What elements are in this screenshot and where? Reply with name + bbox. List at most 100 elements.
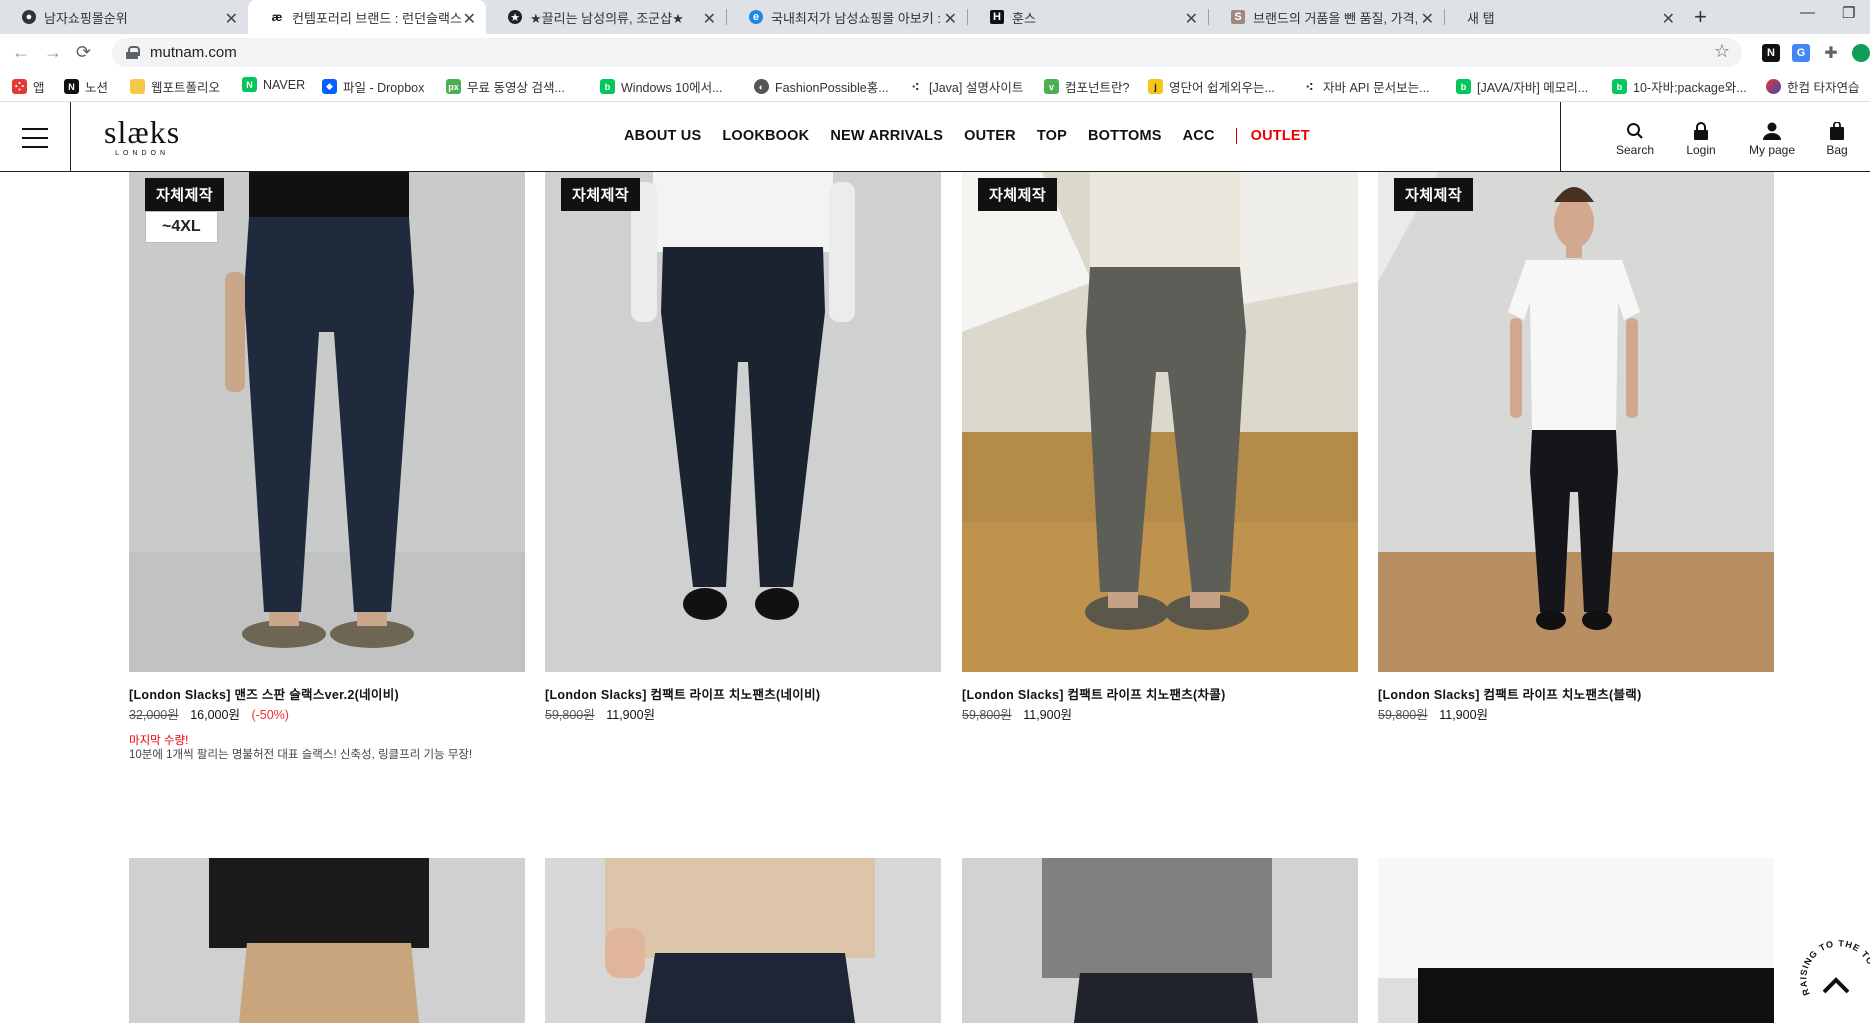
dropbox-icon: ◆ [322,79,337,94]
extensions-puzzle-icon[interactable]: ✚ [1822,44,1840,62]
notion-extension-icon[interactable]: N [1762,44,1780,62]
product-name[interactable]: [London Slacks] 컴팩트 라이프 치노팬츠(블랙) [1378,684,1642,703]
tab-label: 훈스 [1012,10,1036,26]
bookmark-item[interactable]: b Windows 10에서... [600,77,723,96]
close-icon[interactable]: ✕ [463,9,476,29]
browser-tab[interactable]: 새 탭 ✕ [1445,0,1685,34]
nav-outer[interactable]: OUTER [964,128,1016,144]
product-name[interactable]: [London Slacks] 맨즈 스판 슬랙스ver.2(네이비) [129,684,399,703]
product-image[interactable] [1378,858,1774,1023]
in-house-badge: 자체제작 [145,178,225,211]
product-price: 59,800원 11,900원 [545,704,663,723]
nav-about-us[interactable]: ABOUT US [624,128,701,144]
product-card[interactable] [545,858,941,1023]
tab-label: 국내최저가 남성쇼핑몰 아보키 : [771,10,941,26]
bookmark-item[interactable]: N 노션 [64,77,108,96]
product-name[interactable]: [London Slacks] 컴팩트 라이프 치노팬츠(차콜) [962,684,1226,703]
restore-icon[interactable]: ❐ [1842,4,1855,22]
product-grid: 자체제작 ~4XL [London Slacks] 맨즈 스판 슬랙스ver.2… [0,172,1870,1023]
nav-acc[interactable]: ACC [1183,128,1215,144]
lock-icon [126,46,140,59]
chevron-up-icon [1822,977,1850,994]
product-image[interactable] [545,858,941,1023]
sale-price: 11,900원 [1439,708,1489,722]
close-icon[interactable]: ✕ [1185,9,1198,29]
url-text: mutnam.com [150,44,237,61]
nav-bottoms[interactable]: BOTTOMS [1088,128,1162,144]
translate-extension-icon[interactable]: G [1792,44,1810,62]
product-image[interactable] [962,172,1358,672]
nav-top[interactable]: TOP [1037,128,1067,144]
product-image[interactable] [129,172,525,672]
divider [1560,102,1561,172]
bookmark-item[interactable]: 웹포트폴리오 [130,77,220,96]
bookmark-item[interactable]: v 컴포넌트란? [1044,77,1129,96]
bookmark-item[interactable]: ⁖ 자바 API 문서보는... [1302,77,1429,96]
main-nav: ABOUT US LOOKBOOK NEW ARRIVALS OUTER TOP… [624,128,1331,144]
bookmark-item[interactable]: N NAVER [242,77,305,92]
product-card[interactable] [1378,858,1774,1023]
bookmark-item[interactable]: j 영단어 쉽게외우는... [1148,77,1275,96]
nav-new-arrivals[interactable]: NEW ARRIVALS [830,128,943,144]
bookmark-item[interactable]: ⁘ 앱 [12,77,45,96]
back-icon[interactable]: ← [12,42,30,63]
in-house-badge: 자체제작 [978,178,1058,211]
tab-label: 브랜드의 거품을 뺀 품질, 가격, [1253,10,1419,26]
bookmark-item[interactable]: b 10-자바:package와... [1612,77,1747,96]
bookmark-star-icon[interactable]: ☆ [1714,41,1730,62]
bookmark-item[interactable]: b [JAVA/자바] 메모리... [1456,77,1588,96]
bookmark-item[interactable]: ◐ FashionPossible홍... [754,77,889,96]
product-card[interactable]: 자체제작 [London Slacks] 컴팩트 라이프 치노팬츠(블랙) 59… [1378,172,1774,772]
scroll-to-top-button[interactable]: RAISING TO THE TOP [1786,928,1870,1016]
browser-tab[interactable]: ★ ★끌리는 남성의류, 조군샵★ ✕ [486,0,726,34]
browser-tab[interactable]: ● 남자쇼핑몰순위 ✕ [0,0,248,34]
bookmark-item[interactable]: ◆ 파일 - Dropbox [322,77,424,96]
close-icon[interactable]: ✕ [1421,9,1434,29]
product-card[interactable]: 자체제작 [London Slacks] 컴팩트 라이프 치노팬츠(네이비) 5… [545,172,941,772]
product-name[interactable]: [London Slacks] 컴팩트 라이프 치노팬츠(네이비) [545,684,820,703]
nav-outlet[interactable]: OUTLET [1251,128,1310,144]
product-card[interactable] [129,858,525,1023]
close-icon[interactable]: ✕ [225,9,238,29]
product-price: 32,000원 16,000원 (-50%) [129,704,289,723]
site-logo[interactable]: slæks LONDON [104,116,180,157]
reload-icon[interactable]: ⟳ [76,42,91,63]
browser-tab[interactable]: S 브랜드의 거품을 뺀 품질, 가격, ✕ [1209,0,1444,34]
profile-avatar[interactable] [1852,44,1870,62]
bookmark-item[interactable]: 한컴 타자연습 [1766,77,1859,96]
original-price: 32,000원 [129,708,179,722]
nav-lookbook[interactable]: LOOKBOOK [722,128,809,144]
tistory-icon: ⁖ [1305,79,1314,94]
product-image[interactable] [1378,172,1774,672]
browser-tab-active[interactable]: æ 컨템포러리 브랜드 : 런던슬랙스 ✕ [248,0,486,34]
close-icon[interactable]: ✕ [944,9,957,29]
pexels-icon: px [446,79,461,94]
mypage-button[interactable]: My page [1742,122,1802,157]
product-card[interactable] [962,858,1358,1023]
lock-icon [1671,122,1731,140]
original-price: 59,800원 [962,708,1012,722]
forward-icon[interactable]: → [44,42,62,63]
bookmark-item[interactable]: ⁖ [Java] 설명사이트 [908,77,1023,96]
minimize-icon[interactable]: — [1800,4,1815,21]
product-image[interactable] [545,172,941,672]
product-image[interactable] [962,858,1358,1023]
new-tab-icon[interactable]: + [1694,4,1707,30]
search-button[interactable]: Search [1605,122,1665,157]
product-card[interactable]: 자체제작 [London Slacks] 컴팩트 라이프 치노팬츠(차콜) 59… [962,172,1358,772]
browser-tab[interactable]: e 국내최저가 남성쇼핑몰 아보키 : ✕ [727,0,967,34]
original-price: 59,800원 [545,708,595,722]
tab-label: 남자쇼핑몰순위 [44,10,128,26]
tab-favicon-icon: H [990,10,1004,24]
bag-button[interactable]: Bag [1807,122,1867,157]
product-card[interactable]: 자체제작 ~4XL [London Slacks] 맨즈 스판 슬랙스ver.2… [129,172,525,772]
tab-favicon-icon: S [1231,10,1245,24]
close-icon[interactable]: ✕ [703,9,716,29]
close-icon[interactable]: ✕ [1662,9,1675,29]
bookmark-item[interactable]: px 무료 동영상 검색... [446,77,565,96]
login-button[interactable]: Login [1671,122,1731,157]
product-image[interactable] [129,858,525,1023]
hamburger-menu-icon[interactable] [22,128,48,148]
url-bar[interactable]: mutnam.com ☆ [112,38,1742,67]
browser-tab[interactable]: H 훈스 ✕ [968,0,1208,34]
